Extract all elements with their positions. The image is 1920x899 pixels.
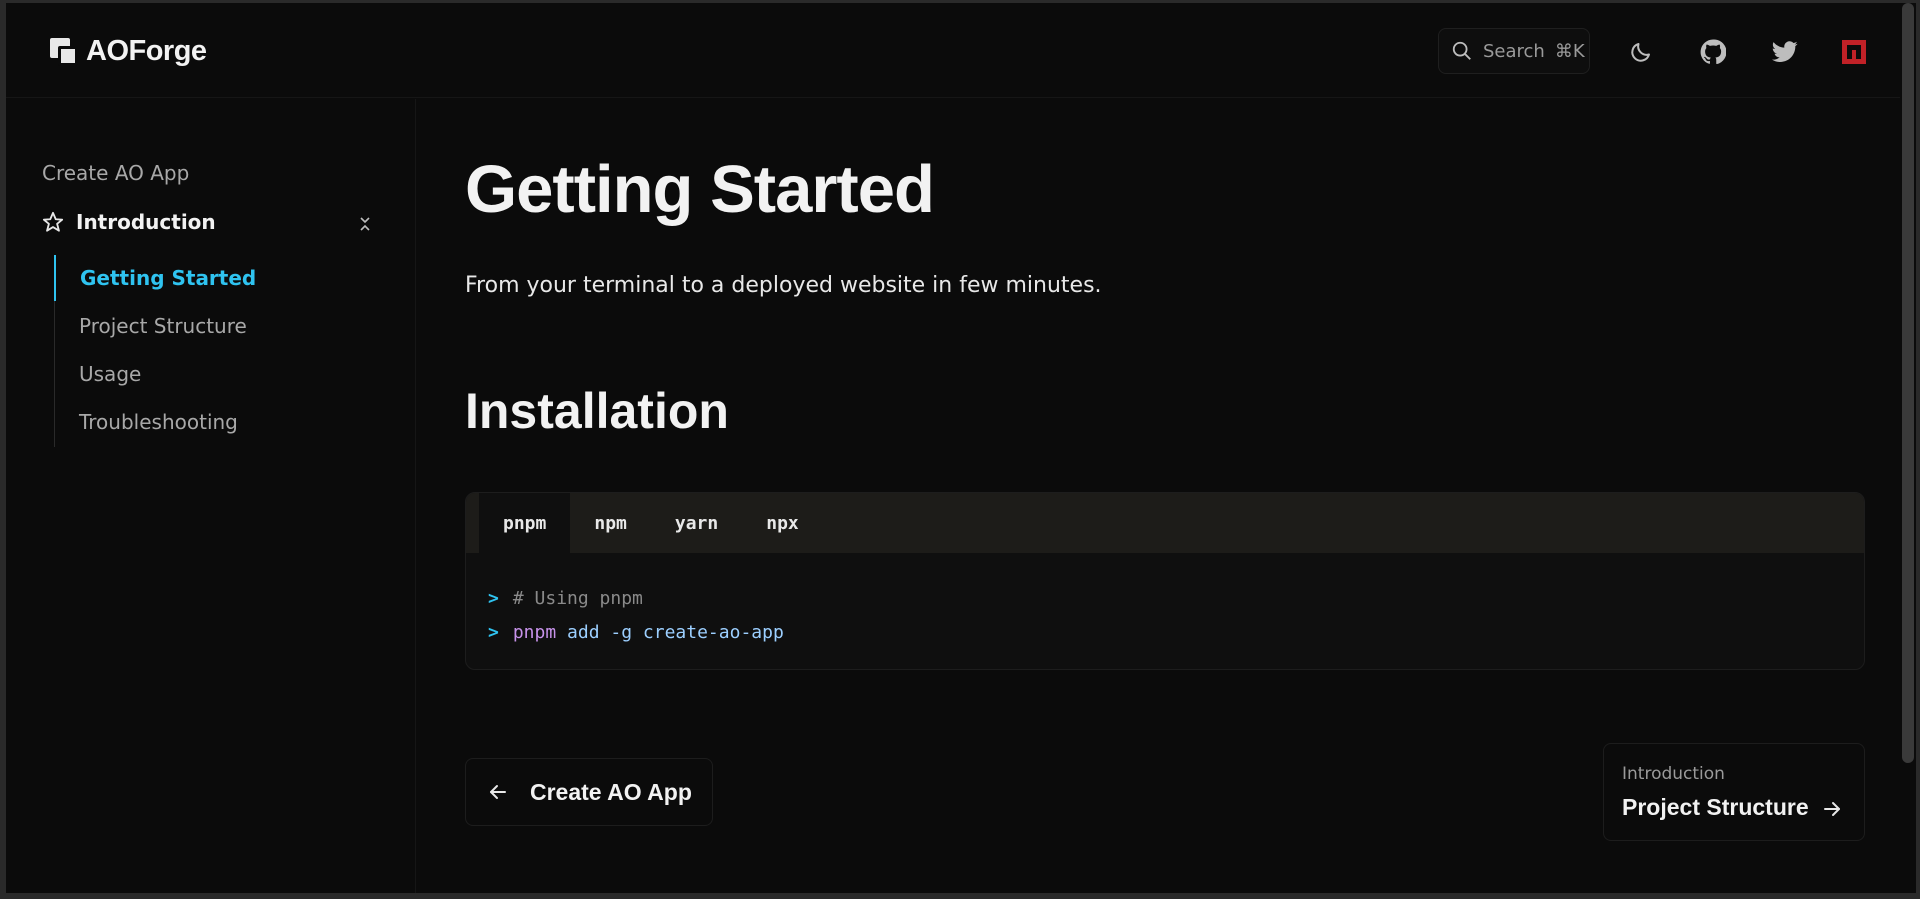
- scrollbar-thumb[interactable]: [1902, 3, 1914, 763]
- tab-npx[interactable]: npx: [742, 493, 823, 553]
- code-command: pnpm: [512, 621, 557, 643]
- search-shortcut: ⌘K: [1554, 40, 1585, 62]
- top-header: AOForge Search ⌘K: [6, 3, 1900, 98]
- logo-text: AOForge: [86, 35, 207, 67]
- sidebar-item-usage[interactable]: Usage: [55, 351, 355, 397]
- tab-npm[interactable]: npm: [570, 493, 651, 553]
- sidebar-list: Getting Started Project Structure Usage …: [54, 255, 354, 447]
- code-tabs: pnpm npm yarn npx: [466, 493, 1864, 553]
- logo-mark-icon: [50, 37, 78, 66]
- code-line: > pnpm add -g create-ao-app: [488, 615, 1864, 649]
- code-comment: # Using pnpm: [512, 587, 643, 609]
- moon-icon[interactable]: [1628, 39, 1654, 65]
- twitter-icon[interactable]: [1772, 39, 1798, 65]
- collapse-chevron-icon[interactable]: [358, 215, 372, 233]
- search-icon: [1452, 41, 1471, 60]
- npm-icon[interactable]: [1842, 40, 1866, 64]
- next-page-button[interactable]: Introduction Project Structure: [1603, 743, 1865, 841]
- sidebar-item-troubleshooting[interactable]: Troubleshooting: [55, 399, 355, 445]
- page-lead: From your terminal to a deployed website…: [465, 273, 1102, 298]
- code-arguments: add -g create-ao-app: [567, 621, 784, 643]
- tab-pnpm[interactable]: pnpm: [479, 493, 571, 553]
- page-title: Getting Started: [465, 152, 935, 227]
- arrow-left-icon: [490, 785, 506, 799]
- next-page-label: Project Structure: [1622, 794, 1809, 820]
- code-body[interactable]: > # Using pnpm > pnpm add -g create-ao-a…: [466, 553, 1864, 649]
- sidebar: Create AO App Introduction Getting Start…: [6, 99, 416, 893]
- app-window: AOForge Search ⌘K Create AO App Introduc…: [6, 3, 1900, 893]
- tab-yarn[interactable]: yarn: [651, 493, 742, 553]
- sidebar-section-introduction[interactable]: Introduction: [42, 207, 372, 237]
- prompt-chevron-icon: >: [488, 587, 499, 609]
- star-icon: [42, 211, 64, 232]
- sidebar-item-project-structure[interactable]: Project Structure: [55, 303, 355, 349]
- installation-heading: Installation: [465, 383, 729, 439]
- prompt-chevron-icon: >: [488, 621, 499, 643]
- search-label: Search: [1483, 40, 1545, 62]
- sidebar-section-label: Introduction: [76, 210, 216, 234]
- code-line: > # Using pnpm: [488, 581, 1864, 615]
- prev-page-label: Create AO App: [530, 778, 692, 805]
- search-button[interactable]: Search ⌘K: [1438, 28, 1590, 74]
- prev-page-button[interactable]: Create AO App: [465, 758, 713, 826]
- next-page-section: Introduction: [1622, 764, 1725, 784]
- sidebar-link-create-ao-app[interactable]: Create AO App: [42, 161, 189, 185]
- arrow-right-icon: [1824, 802, 1840, 816]
- sidebar-item-getting-started[interactable]: Getting Started: [54, 255, 354, 301]
- github-icon[interactable]: [1700, 39, 1726, 65]
- logo[interactable]: AOForge: [50, 35, 207, 68]
- code-block: pnpm npm yarn npx > # Using pnpm > pnpm …: [465, 492, 1865, 670]
